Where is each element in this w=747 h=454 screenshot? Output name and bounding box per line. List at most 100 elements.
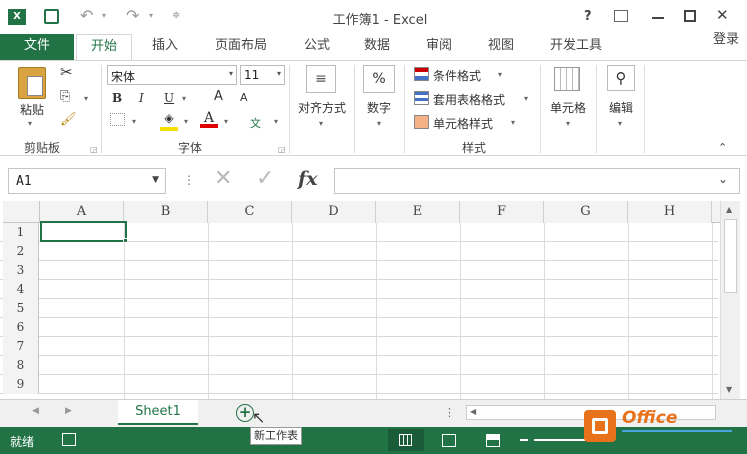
undo-icon[interactable]: ↶ — [80, 6, 93, 25]
select-all-corner[interactable] — [3, 201, 40, 223]
scroll-down-icon[interactable]: ▼ — [726, 385, 732, 394]
paste-icon[interactable] — [18, 67, 46, 99]
confirm-entry-icon[interactable]: ✓ — [256, 166, 274, 191]
tab-page-layout[interactable]: 页面布局 — [204, 34, 278, 60]
column-header-A[interactable]: A — [40, 201, 124, 223]
cell-styles-button[interactable]: 单元格样式 — [433, 115, 493, 132]
cell-styles-dropdown-icon[interactable]: ▾ — [511, 118, 515, 127]
collapse-ribbon-icon[interactable]: ⌃ — [718, 141, 727, 154]
column-header-G[interactable]: G — [544, 201, 628, 223]
format-painter-icon[interactable]: 🖌 — [60, 112, 77, 127]
ribbon-display-options-button[interactable] — [614, 10, 628, 22]
column-header-C[interactable]: C — [208, 201, 292, 223]
tab-data[interactable]: 数据 — [352, 34, 402, 60]
column-header-H[interactable]: H — [628, 201, 712, 223]
normal-view-button[interactable] — [388, 429, 424, 451]
redo-dropdown-icon[interactable]: ▾ — [149, 11, 153, 20]
fill-color-dropdown-icon[interactable]: ▾ — [184, 117, 188, 126]
tab-home[interactable]: 开始 — [76, 34, 132, 61]
scroll-up-icon[interactable]: ▲ — [726, 205, 732, 214]
conditional-formatting-dropdown-icon[interactable]: ▾ — [498, 70, 502, 79]
macro-record-icon[interactable] — [62, 433, 76, 446]
paste-dropdown-icon[interactable]: ▾ — [28, 119, 32, 128]
cut-icon[interactable]: ✂ — [60, 63, 73, 81]
customize-qat-icon[interactable]: ≑ — [172, 10, 180, 21]
copy-icon[interactable]: ⎘ — [60, 89, 70, 104]
fill-color-icon[interactable]: ◈ — [160, 111, 178, 131]
alignment-icon[interactable]: ≡ — [306, 65, 336, 93]
vertical-scroll-thumb[interactable] — [724, 219, 737, 293]
clipboard-launcher-icon[interactable]: ◲ — [90, 145, 98, 154]
font-name-combo[interactable]: 宋体 ▾ — [107, 65, 237, 85]
font-size-combo[interactable]: 11 ▾ — [240, 65, 285, 85]
conditional-formatting-button[interactable]: 条件格式 — [433, 67, 481, 84]
copy-dropdown-icon[interactable]: ▾ — [84, 94, 88, 103]
cancel-entry-icon[interactable]: ✕ — [214, 166, 232, 191]
active-cell[interactable] — [40, 221, 127, 242]
number-format-icon[interactable]: % — [363, 65, 395, 93]
cells-button[interactable]: 单元格 — [544, 99, 592, 116]
formula-input[interactable] — [334, 168, 740, 194]
signin-link[interactable]: 登录 — [706, 28, 746, 54]
close-button[interactable]: ✕ — [716, 6, 729, 24]
name-box-dropdown-icon[interactable]: ▼ — [152, 175, 159, 185]
tab-developer[interactable]: 开发工具 — [538, 34, 614, 60]
column-header-F[interactable]: F — [460, 201, 544, 223]
row-header[interactable]: 3 — [3, 261, 39, 280]
font-color-dropdown-icon[interactable]: ▾ — [224, 117, 228, 126]
tab-review[interactable]: 审阅 — [414, 34, 464, 60]
minimize-button[interactable] — [652, 17, 664, 19]
redo-icon[interactable]: ↷ — [126, 6, 139, 25]
tab-insert[interactable]: 插入 — [140, 34, 190, 60]
italic-button[interactable]: I — [139, 91, 144, 105]
row-header[interactable]: 4 — [3, 280, 39, 299]
cells-icon[interactable] — [554, 67, 580, 91]
sheet-scroll-right-icon[interactable]: ▶ — [65, 406, 72, 416]
row-header[interactable]: 5 — [3, 299, 39, 318]
tab-file[interactable]: 文件 — [0, 34, 74, 60]
undo-dropdown-icon[interactable]: ▾ — [102, 11, 106, 20]
expand-formula-bar-icon[interactable]: ⌄ — [718, 172, 728, 186]
row-header[interactable]: 7 — [3, 337, 39, 356]
page-break-view-button[interactable] — [486, 434, 500, 447]
cells-dropdown-icon[interactable]: ▾ — [566, 119, 570, 128]
scroll-left-icon[interactable]: ◀ — [470, 407, 476, 416]
grow-font-button[interactable]: A — [214, 89, 223, 104]
alignment-dropdown-icon[interactable]: ▾ — [319, 119, 323, 128]
editing-dropdown-icon[interactable]: ▾ — [618, 119, 622, 128]
fill-handle[interactable] — [123, 238, 128, 243]
tab-split-grip-icon[interactable]: ⋮ — [444, 406, 455, 419]
cell-styles-icon[interactable] — [414, 115, 429, 129]
borders-icon[interactable] — [110, 113, 125, 126]
sheet-scroll-left-icon[interactable]: ◀ — [32, 406, 39, 416]
find-binoculars-icon[interactable]: ⚲ — [607, 65, 635, 91]
vertical-scrollbar[interactable]: ▲ ▼ — [720, 201, 740, 399]
paste-button[interactable]: 粘贴 — [14, 101, 50, 118]
sheet-tab-sheet1[interactable]: Sheet1 — [118, 400, 198, 425]
alignment-button[interactable]: 对齐方式 — [293, 99, 351, 116]
page-layout-view-button[interactable] — [442, 434, 456, 447]
shrink-font-button[interactable]: A — [240, 91, 248, 104]
bold-button[interactable]: B — [112, 91, 122, 105]
number-button[interactable]: 数字 — [362, 99, 396, 116]
row-header[interactable]: 1 — [3, 223, 39, 242]
zoom-out-button[interactable] — [520, 439, 528, 441]
maximize-button[interactable] — [684, 10, 696, 22]
borders-dropdown-icon[interactable]: ▾ — [132, 117, 136, 126]
row-header[interactable]: 9 — [3, 375, 39, 394]
editing-button[interactable]: 编辑 — [603, 99, 639, 116]
format-as-table-icon[interactable] — [414, 91, 429, 105]
help-button[interactable]: ? — [584, 9, 592, 24]
column-header-D[interactable]: D — [292, 201, 376, 223]
format-as-table-button[interactable]: 套用表格格式 — [433, 91, 505, 108]
underline-dropdown-icon[interactable]: ▾ — [182, 94, 186, 103]
phonetic-dropdown-icon[interactable]: ▾ — [274, 117, 278, 126]
number-dropdown-icon[interactable]: ▾ — [377, 119, 381, 128]
conditional-formatting-icon[interactable] — [414, 67, 429, 81]
column-header-E[interactable]: E — [376, 201, 460, 223]
worksheet-grid[interactable]: A B C D E F G H 1 2 3 4 5 6 7 8 9 ▲ ▼ — [0, 201, 740, 401]
phonetic-guide-icon[interactable]: 文 — [250, 115, 261, 131]
save-icon[interactable] — [44, 9, 59, 24]
font-launcher-icon[interactable]: ◲ — [278, 145, 286, 154]
row-header[interactable]: 2 — [3, 242, 39, 261]
